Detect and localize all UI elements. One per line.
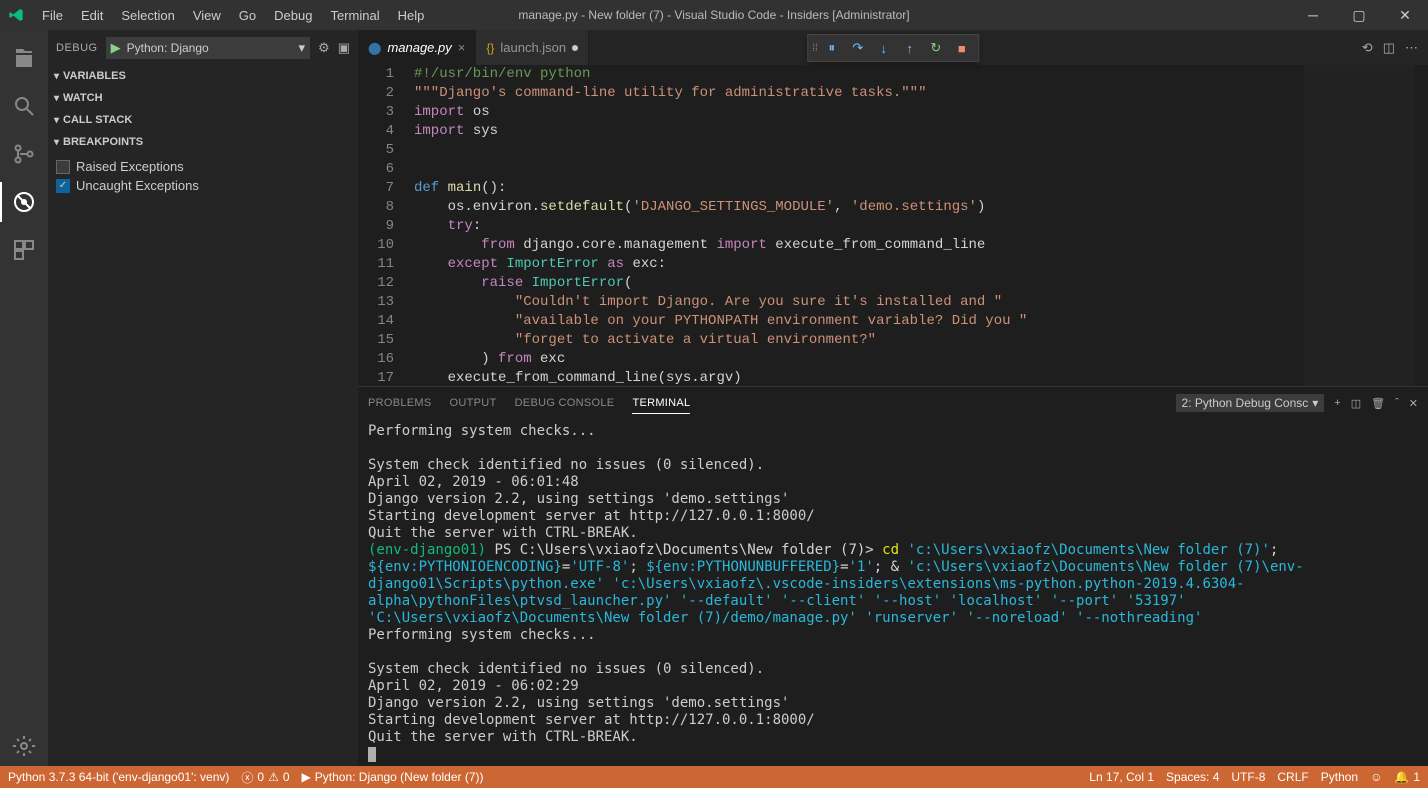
bp-raised-label: Raised Exceptions [76,159,184,174]
tab-manage-py[interactable]: ⬤ manage.py × [358,30,476,65]
python-file-icon: ⬤ [368,41,381,55]
debug-toolbar[interactable]: ⁞⁞ ⏸ ↷ ↓ ↑ ↻ ■ [807,34,979,62]
close-panel-icon[interactable]: ✕ [1409,397,1418,410]
maximize-button[interactable]: ▢ [1336,0,1382,30]
explorer-icon[interactable] [0,38,48,78]
split-editor-icon[interactable]: ◫ [1383,40,1395,56]
status-python-env[interactable]: Python 3.7.3 64-bit ('env-django01': ven… [8,770,229,784]
window-title: manage.py - New folder (7) - Visual Stud… [518,8,909,22]
debug-console-icon[interactable]: ▣ [338,40,350,56]
debug-restart-button[interactable]: ↻ [924,36,948,60]
start-debug-icon[interactable]: ▶ [111,40,121,56]
status-eol[interactable]: CRLF [1277,770,1308,784]
terminal-picker[interactable]: 2: Python Debug Consc▾ [1176,394,1325,412]
more-actions-icon[interactable]: ⋯ [1405,40,1418,56]
compare-changes-icon[interactable]: ⟲ [1362,40,1373,56]
panel-tab-output[interactable]: OUTPUT [450,393,497,413]
callstack-label: CALL STACK [63,114,132,126]
panel-tabs: PROBLEMS OUTPUT DEBUG CONSOLE TERMINAL 2… [358,387,1428,419]
tab-launch-label: launch.json [500,40,566,55]
status-indentation[interactable]: Spaces: 4 [1166,770,1219,784]
breakpoints-section-header[interactable]: ▾BREAKPOINTS [48,131,358,153]
menu-debug[interactable]: Debug [266,4,320,27]
debug-config-picker[interactable]: ▶ Python: Django ▾ [106,37,310,59]
breakpoint-uncaught-exceptions[interactable]: ✓ Uncaught Exceptions [56,176,350,195]
watch-section-header[interactable]: ▾WATCH [48,87,358,109]
kill-terminal-icon[interactable]: 🗑 [1371,397,1385,410]
debug-step-out-button[interactable]: ↑ [898,36,922,60]
bp-uncaught-label: Uncaught Exceptions [76,178,199,193]
panel-tab-problems[interactable]: PROBLEMS [368,393,432,413]
status-line-col[interactable]: Ln 17, Col 1 [1089,770,1154,784]
settings-gear-icon[interactable] [0,726,48,766]
status-notifications[interactable]: 🔔 1 [1394,770,1420,784]
debug-viewlet-title: DEBUG [56,42,98,54]
status-debug-session[interactable]: ▶ Python: Django (New folder (7)) [302,770,484,784]
chevron-down-icon[interactable]: ▾ [299,40,306,56]
split-terminal-icon[interactable]: ◫ [1351,397,1361,410]
status-feedback-icon[interactable]: ☺ [1370,770,1382,784]
breakpoint-raised-exceptions[interactable]: Raised Exceptions [56,157,350,176]
status-bar: Python 3.7.3 64-bit ('env-django01': ven… [0,766,1428,788]
panel-tab-debugconsole[interactable]: DEBUG CONSOLE [515,393,615,413]
debug-sidebar: DEBUG ▶ Python: Django ▾ ⚙ ▣ ▾VARIABLES … [48,30,358,766]
tab-close-icon[interactable]: × [458,40,466,55]
breakpoints-label: BREAKPOINTS [63,136,143,148]
debug-step-into-button[interactable]: ↓ [872,36,896,60]
window-controls: ─ ▢ ✕ [1290,0,1428,30]
error-icon: ⓧ [241,769,253,786]
terminal-content[interactable]: Performing system checks... System check… [358,419,1428,766]
minimize-button[interactable]: ─ [1290,0,1336,30]
breakpoints-body: Raised Exceptions ✓ Uncaught Exceptions [48,153,358,199]
debug-step-over-button[interactable]: ↷ [846,36,870,60]
status-language[interactable]: Python [1321,770,1358,784]
menu-file[interactable]: File [34,4,71,27]
panel-tab-terminal[interactable]: TERMINAL [632,393,690,414]
menu-terminal[interactable]: Terminal [322,4,387,27]
checkbox-checked-icon[interactable]: ✓ [56,179,70,193]
menu-bar: File Edit Selection View Go Debug Termin… [34,4,432,27]
status-problems[interactable]: ⓧ0 ⚠0 [241,769,289,786]
close-button[interactable]: ✕ [1382,0,1428,30]
variables-label: VARIABLES [63,70,126,82]
menu-go[interactable]: Go [231,4,264,27]
search-icon[interactable] [0,86,48,126]
watch-label: WATCH [63,92,103,104]
debug-stop-button[interactable]: ■ [950,36,974,60]
json-file-icon: {} [486,41,494,55]
minimap[interactable] [1304,65,1414,386]
code-content[interactable]: #!/usr/bin/env python """Django's comman… [408,65,1428,386]
source-control-icon[interactable] [0,134,48,174]
new-terminal-icon[interactable]: + [1334,397,1340,409]
menu-view[interactable]: View [185,4,229,27]
status-encoding[interactable]: UTF-8 [1231,770,1265,784]
activity-bar [0,30,48,766]
maximize-panel-icon[interactable]: ˆ [1395,397,1399,409]
tab-launch-json[interactable]: {} launch.json [476,30,589,65]
extensions-icon[interactable] [0,230,48,270]
debug-config-name: Python: Django [127,41,293,55]
tab-manage-label: manage.py [387,40,451,55]
warning-icon: ⚠ [268,770,279,784]
vscode-insiders-logo-icon [8,6,26,24]
titlebar: File Edit Selection View Go Debug Termin… [0,0,1428,30]
dirty-indicator-icon [572,45,578,51]
debug-pause-button[interactable]: ⏸ [820,36,844,60]
bottom-panel: PROBLEMS OUTPUT DEBUG CONSOLE TERMINAL 2… [358,386,1428,766]
terminal-cursor [368,747,376,762]
menu-help[interactable]: Help [390,4,433,27]
line-gutter: 1234567891011121314151617 [358,65,408,386]
editor-body[interactable]: 1234567891011121314151617 #!/usr/bin/env… [358,65,1428,386]
checkbox-unchecked-icon[interactable] [56,160,70,174]
debug-gear-icon[interactable]: ⚙ [318,40,330,56]
debug-icon[interactable] [0,182,48,222]
callstack-section-header[interactable]: ▾CALL STACK [48,109,358,131]
drag-handle-icon[interactable]: ⁞⁞ [812,43,818,54]
menu-edit[interactable]: Edit [73,4,111,27]
menu-selection[interactable]: Selection [113,4,182,27]
editor-area: ⬤ manage.py × {} launch.json ⟲ ◫ ⋯ ⁞⁞ ⏸ … [358,30,1428,766]
variables-section-header[interactable]: ▾VARIABLES [48,65,358,87]
